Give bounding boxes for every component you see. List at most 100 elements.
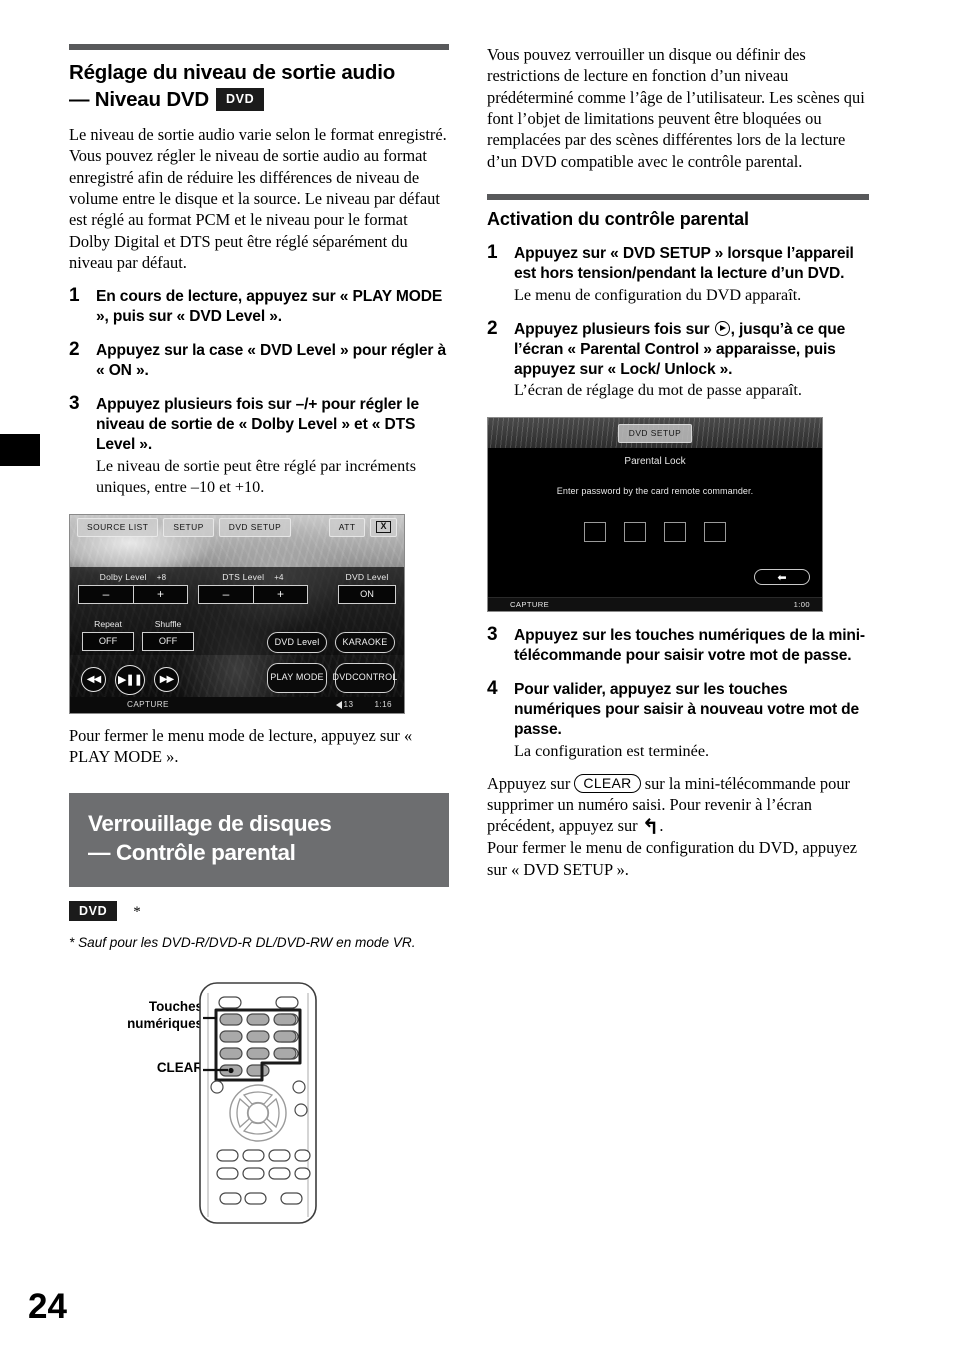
dolby-level-label: Dolby Level [99, 571, 147, 582]
dvd-level-label: DVD Level [345, 571, 389, 582]
volume-indicator: 13 [335, 700, 354, 709]
section-banner: Verrouillage de disques — Contrôle paren… [69, 793, 449, 887]
parental-lock-message: Enter password by the card remote comman… [556, 486, 754, 497]
capture-label: CAPTURE [127, 700, 169, 710]
dvd-control-line1: DVD [332, 672, 353, 683]
remote-control-figure: Touches numériques CLEAR [69, 977, 449, 1227]
parental-screen-top-bar: DVD SETUP [488, 418, 822, 449]
banner-badge-row: DVD * [69, 900, 449, 923]
right-step-3: 3 Appuyez sur les touches numériques de … [487, 624, 869, 666]
dolby-level-buttons: – + [78, 584, 188, 604]
right-step-2-heading: Appuyez plusieurs fois sur , jusqu’à ce … [514, 320, 869, 380]
dts-level-caption: DTS Level +4 [198, 572, 308, 582]
repeat-label: Repeat [94, 618, 122, 629]
password-entry-boxes [488, 522, 822, 543]
clear-key-glyph: CLEAR [574, 773, 641, 794]
step-3-number: 3 [69, 393, 80, 415]
right-step-2: 2 Appuyez plusieurs fois sur , jusqu’à c… [487, 318, 869, 402]
dts-minus-button[interactable]: – [198, 584, 253, 604]
manual-page: Réglage du niveau de sortie audio — Nive… [0, 0, 954, 1352]
back-arrow-icon: ⬅ [777, 570, 787, 584]
tab-dvd-setup[interactable]: DVD SETUP [218, 517, 292, 537]
step-1: 1 En cours de lecture, appuyez sur « PLA… [69, 285, 449, 327]
dvd-control-button[interactable]: DVD CONTROL [332, 662, 397, 693]
clear-text-a: Appuyez sur [487, 773, 575, 793]
dvd-setup-close-paragraph: Pour fermer le menu de configuration du … [487, 838, 858, 879]
dts-level-buttons: – + [198, 584, 308, 604]
password-box-2[interactable] [624, 522, 646, 543]
dts-level-label: DTS Level [222, 571, 265, 582]
password-box-3[interactable] [664, 522, 686, 543]
mode-pill-group: DVD Level KARAOKE [267, 631, 395, 653]
shuffle-toggle[interactable]: OFF [142, 631, 194, 651]
status-right-group: 13 1:16 [335, 700, 392, 710]
step-2: 2 Appuyez sur la case « DVD Level » pour… [69, 339, 449, 381]
tab-setup[interactable]: SETUP [163, 517, 214, 537]
dvd-level-pill-button[interactable]: DVD Level [267, 631, 327, 653]
right-step-3-heading: Appuyez sur les touches numériques de la… [514, 627, 865, 665]
right-step-2-subtext: L’écran de réglage du mot de passe appar… [514, 381, 802, 400]
close-play-mode-paragraph: Pour fermer le menu mode de lecture, app… [69, 725, 413, 766]
clear-text-c: . [659, 816, 664, 836]
subsection-title: Activation du contrôle parental [487, 208, 749, 229]
level-controls-row: Dolby Level +8 – + DTS Level +4 – + DVD … [70, 572, 404, 618]
banner-line1: Verrouillage de disques [88, 811, 332, 837]
repeat-item: Repeat OFF [82, 619, 134, 651]
play-mode-button[interactable]: PLAY MODE [267, 662, 327, 693]
play-circle-icon [714, 320, 730, 336]
dvd-level-group: DVD Level ON [338, 572, 396, 618]
att-button[interactable]: ATT [328, 517, 366, 537]
return-arrow-icon: ↰ [641, 815, 660, 840]
transport-controls: ◀◀ ▶❚❚ ▶▶ [81, 664, 179, 695]
parental-lock-screen-figure: DVD SETUP Parental Lock Enter password b… [487, 417, 823, 613]
page-title-line1: Réglage du niveau de sortie audio [69, 61, 396, 84]
level-row-spacer [318, 572, 328, 618]
elapsed-time: 1:16 [374, 700, 392, 710]
right-step-1-subtext: Le menu de configuration du DVD apparaît… [514, 285, 802, 304]
dts-plus-button[interactable]: + [253, 584, 308, 604]
right-step-1-heading: Appuyez sur « DVD SETUP » lorsque l’appa… [514, 244, 854, 282]
parental-elapsed-time: 1:00 [793, 600, 810, 610]
previous-track-icon[interactable]: ◀◀ [81, 667, 106, 693]
dvd-level-toggle[interactable]: ON [338, 584, 396, 604]
step-1-number: 1 [69, 285, 80, 307]
dolby-plus-button[interactable]: + [133, 584, 188, 604]
play-pause-icon[interactable]: ▶❚❚ [115, 664, 145, 695]
subsection-rule-wrap: Activation du contrôle parental [487, 193, 869, 230]
footnote-text: * Sauf pour les DVD-R/DVD-R DL/DVD-RW en… [69, 934, 416, 950]
page-number: 24 [28, 1287, 67, 1326]
section-rule-top [69, 44, 449, 50]
right-intro-paragraph: Vous pouvez verrouiller un disque ou déf… [487, 45, 865, 171]
right-step-4: 4 Pour valider, appuyez sur les touches … [487, 678, 869, 762]
repeat-toggle[interactable]: OFF [82, 631, 134, 651]
close-icon: X [376, 520, 391, 533]
close-button[interactable]: X [370, 517, 397, 537]
step-2-number: 2 [69, 339, 80, 361]
parental-lock-title: Parental Lock [624, 456, 686, 468]
dvd-badge-2: DVD [69, 900, 118, 921]
tab-source-list[interactable]: SOURCE LIST [77, 517, 159, 537]
step-3-heading: Appuyez plusieurs fois sur –/+ pour régl… [96, 396, 419, 454]
footnote-marker: * [133, 903, 141, 920]
right-step-2-heading-a: Appuyez plusieurs fois sur [514, 320, 714, 338]
password-box-4[interactable] [704, 522, 726, 543]
remote-control-illustration [199, 982, 317, 1225]
back-button[interactable]: ⬅ [754, 569, 810, 586]
banner-heading: Verrouillage de disques — Contrôle paren… [88, 810, 430, 868]
dts-level-value: +4 [274, 572, 284, 582]
right-step-1: 1 Appuyez sur « DVD SETUP » lorsque l’ap… [487, 241, 869, 306]
karaoke-button[interactable]: KARAOKE [335, 631, 395, 653]
repeat-shuffle-group: Repeat OFF Shuffle OFF [82, 619, 194, 651]
transport-row: ◀◀ ▶❚❚ ▶▶ PLAY MODE DVD CONTROL [70, 662, 404, 699]
right-column: Vous pouvez verrouiller un disque ou déf… [487, 44, 869, 880]
password-box-1[interactable] [584, 522, 606, 543]
right-step-1-number: 1 [487, 241, 498, 263]
bottom-pill-group: PLAY MODE DVD CONTROL [267, 662, 397, 693]
dvd-badge: DVD [216, 88, 265, 111]
dolby-level-caption: Dolby Level +8 [78, 572, 188, 582]
dvd-setup-tab[interactable]: DVD SETUP [617, 423, 693, 443]
next-track-icon[interactable]: ▶▶ [154, 667, 179, 693]
dolby-minus-button[interactable]: – [78, 584, 133, 604]
dts-level-group: DTS Level +4 – + [198, 572, 308, 618]
right-step-4-number: 4 [487, 678, 498, 700]
